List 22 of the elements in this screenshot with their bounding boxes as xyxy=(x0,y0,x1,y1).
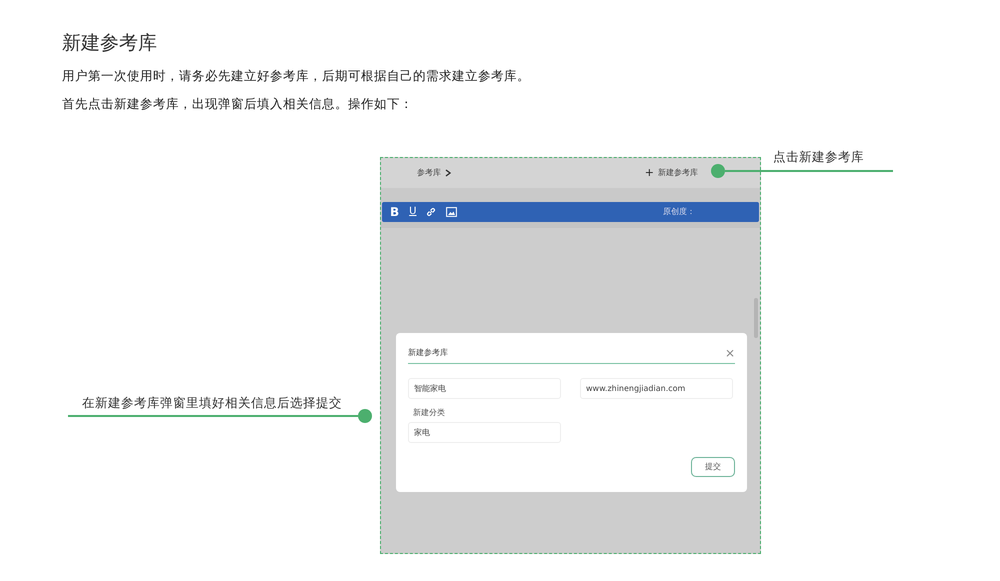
modal-title: 新建参考库 xyxy=(408,347,448,359)
breadcrumb-link[interactable]: 参考库 xyxy=(417,167,441,179)
callout-dot xyxy=(358,409,372,423)
new-library-button[interactable]: + 新建参考库 xyxy=(644,164,698,182)
article-title: 新建参考库 xyxy=(62,32,158,55)
callout-text: 点击新建参考库 xyxy=(773,148,864,166)
submit-button[interactable]: 提交 xyxy=(691,457,735,477)
callout-text: 在新建参考库弹窗里填好相关信息后选择提交 xyxy=(82,394,342,412)
originality-label: 原创度： xyxy=(663,206,695,218)
link-button[interactable] xyxy=(426,207,436,217)
image-button[interactable] xyxy=(446,207,458,217)
paragraph: 用户第一次使用时，请务必先建立好参考库，后期可根据自己的需求建立参考库。 xyxy=(62,66,530,85)
input-field[interactable]: www.zhinengjiadian.com xyxy=(580,378,733,399)
bold-button[interactable]: B xyxy=(390,206,400,218)
close-button[interactable]: × xyxy=(724,347,735,359)
plus-icon: + xyxy=(644,164,654,182)
field-label: 新建分类 xyxy=(413,407,446,419)
chevron-right-icon xyxy=(445,169,451,177)
paragraph: 首先点击新建参考库，出现弹窗后填入相关信息。操作如下： xyxy=(62,94,414,113)
input-field[interactable]: 家电 xyxy=(408,422,561,443)
underline-button[interactable]: U xyxy=(409,207,416,217)
input-field[interactable]: 智能家电 xyxy=(408,378,561,399)
